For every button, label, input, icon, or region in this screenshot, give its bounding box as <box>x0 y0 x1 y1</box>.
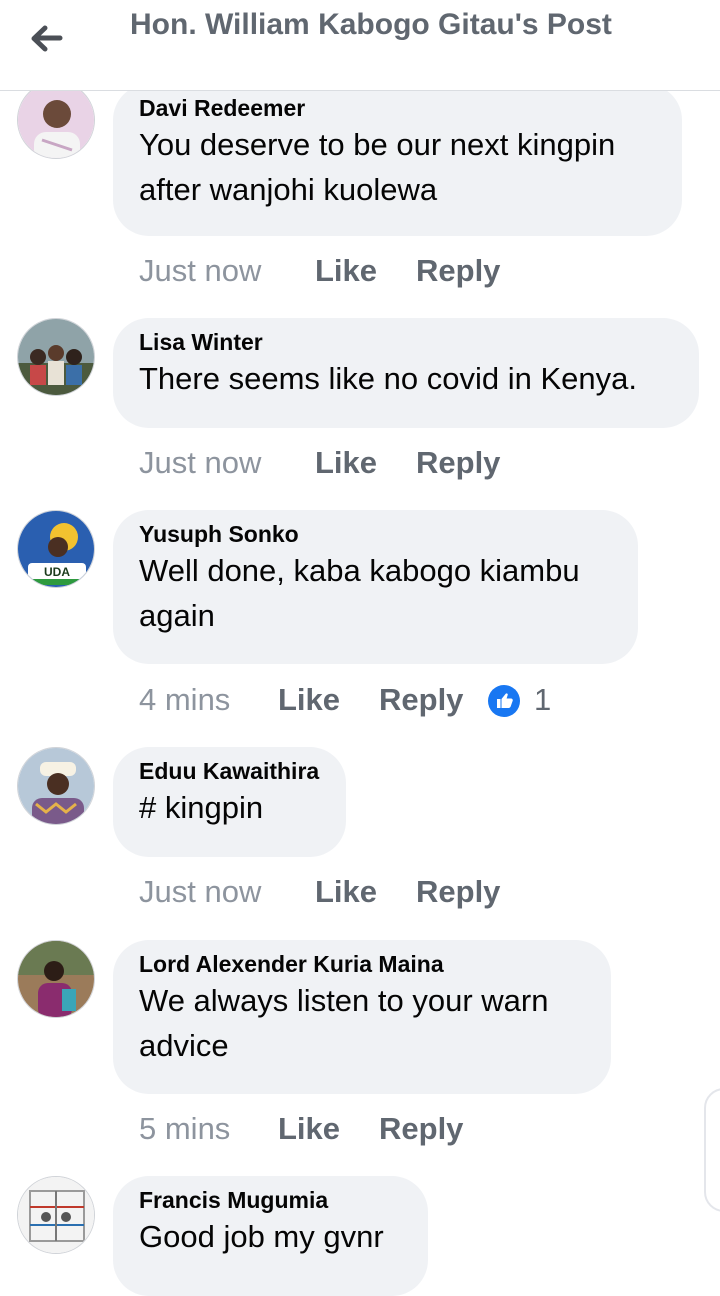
reply-button[interactable]: Reply <box>379 682 463 718</box>
reply-button[interactable]: Reply <box>379 1111 463 1147</box>
reply-button[interactable]: Reply <box>416 874 500 910</box>
comment-time[interactable]: Just now <box>139 445 261 481</box>
comment-bubble[interactable]: Yusuph Sonko Well done, kaba kabogo kiam… <box>113 510 638 664</box>
comment-actions: Just now Like Reply <box>139 874 699 910</box>
comment-author[interactable]: Lisa Winter <box>139 330 673 354</box>
back-button[interactable] <box>24 18 68 62</box>
comment-text: # kingpin <box>139 790 264 825</box>
like-button[interactable]: Like <box>315 445 377 481</box>
like-button[interactable]: Like <box>315 874 377 910</box>
top-bar: Hon. William Kabogo Gitau's Post <box>0 0 720 91</box>
avatar[interactable] <box>17 1176 95 1254</box>
thumbs-up-icon[interactable] <box>487 684 521 718</box>
comment-author[interactable]: Lord Alexender Kuria Maina <box>139 952 585 976</box>
avatar[interactable]: UDA <box>17 510 95 588</box>
floating-panel-edge <box>704 1088 720 1212</box>
like-button[interactable]: Like <box>278 1111 340 1147</box>
comment-bubble[interactable]: Lord Alexender Kuria Maina We always lis… <box>113 940 611 1094</box>
avatar[interactable] <box>17 318 95 396</box>
comment-actions: Just now Like Reply <box>139 253 699 289</box>
arrow-left-icon <box>31 25 63 52</box>
comment-actions: 5 mins Like Reply <box>139 1111 699 1147</box>
comment-actions: 4 mins Like Reply 1 <box>139 682 699 718</box>
comment-bubble[interactable]: Francis Mugumia Good job my gvnr <box>113 1176 428 1296</box>
comment-time[interactable]: 4 mins <box>139 682 230 718</box>
comment-bubble[interactable]: Eduu Kawaithira # kingpin <box>113 747 346 857</box>
avatar[interactable] <box>17 940 95 1018</box>
reply-button[interactable]: Reply <box>416 253 500 289</box>
comment-author[interactable]: Davi Redeemer <box>139 96 656 120</box>
comment-bubble[interactable]: Lisa Winter There seems like no covid in… <box>113 318 699 428</box>
reaction-count[interactable]: 1 <box>534 682 551 718</box>
avatar-label: UDA <box>44 565 70 579</box>
like-button[interactable]: Like <box>315 253 377 289</box>
like-button[interactable]: Like <box>278 682 340 718</box>
comment-text: Good job my gvnr <box>139 1219 384 1254</box>
avatar[interactable] <box>17 81 95 159</box>
page-title: Hon. William Kabogo Gitau's Post <box>130 8 612 41</box>
comment-actions: Just now Like Reply <box>139 445 699 481</box>
comment-text: There seems like no covid in Kenya. <box>139 361 637 396</box>
comment-time[interactable]: 5 mins <box>139 1111 230 1147</box>
avatar[interactable] <box>17 747 95 825</box>
comment-author[interactable]: Yusuph Sonko <box>139 522 612 546</box>
reply-button[interactable]: Reply <box>416 445 500 481</box>
comment-bubble[interactable]: Davi Redeemer You deserve to be our next… <box>113 84 682 236</box>
comment-author[interactable]: Francis Mugumia <box>139 1188 402 1212</box>
comment-time[interactable]: Just now <box>139 874 261 910</box>
comment-text: You deserve to be our next kingpin after… <box>139 127 616 207</box>
comment-text: We always listen to your warn advice <box>139 983 549 1063</box>
comment-author[interactable]: Eduu Kawaithira <box>139 759 320 783</box>
comment-time[interactable]: Just now <box>139 253 261 289</box>
comment-text: Well done, kaba kabogo kiambu again <box>139 553 580 633</box>
